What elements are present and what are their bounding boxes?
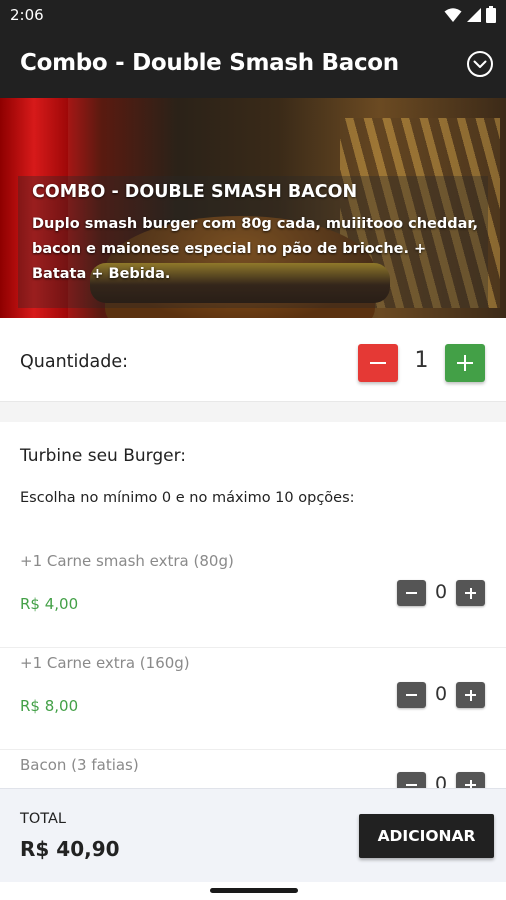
quantity-value: 1 (414, 348, 429, 373)
wifi-icon (444, 7, 462, 22)
product-image: COMBO - DOUBLE SMASH BACON Duplo smash b… (0, 98, 506, 318)
collapse-button[interactable] (466, 50, 494, 78)
addon-item: +1 Carne extra (160g) R$ 8,00 0 (0, 648, 506, 750)
product-description: Duplo smash burger com 80g cada, muiiito… (32, 216, 478, 282)
addon-item: Bacon (3 fatias) 0 (0, 750, 506, 788)
add-to-cart-button[interactable]: ADICIONAR (359, 814, 494, 858)
addon-decrease-button[interactable] (397, 772, 426, 788)
addon-increase-button[interactable] (456, 580, 485, 606)
decrease-quantity-button[interactable] (358, 344, 398, 382)
addon-count: 0 (434, 581, 448, 603)
chevron-down-circle-icon (467, 51, 493, 77)
addon-increase-button[interactable] (456, 772, 485, 788)
signal-icon (467, 7, 481, 22)
status-bar: 2:06 (0, 0, 506, 30)
addon-decrease-button[interactable] (397, 580, 426, 606)
product-heading: COMBO - DOUBLE SMASH BACON (32, 182, 358, 202)
status-icons (444, 6, 496, 23)
addon-count: 0 (434, 773, 448, 788)
addon-increase-button[interactable] (456, 682, 485, 708)
home-indicator[interactable] (210, 888, 298, 893)
addon-price: R$ 4,00 (20, 595, 79, 613)
app-bar: Combo - Double Smash Bacon (0, 30, 506, 98)
addon-name: +1 Carne extra (160g) (20, 654, 190, 672)
addon-name: +1 Carne smash extra (80g) (20, 552, 234, 570)
quantity-label: Quantidade: (20, 352, 129, 372)
battery-icon (486, 6, 496, 23)
addon-name: Bacon (3 fatias) (20, 756, 139, 774)
addons-rule: Escolha no mínimo 0 e no máximo 10 opçõe… (20, 490, 355, 506)
page-title: Combo - Double Smash Bacon (20, 50, 399, 76)
addon-decrease-button[interactable] (397, 682, 426, 708)
navigation-bar (0, 882, 506, 900)
total-label: TOTAL (20, 811, 66, 827)
status-time: 2:06 (10, 6, 44, 24)
order-footer: TOTAL R$ 40,90 ADICIONAR (0, 788, 506, 882)
addon-count: 0 (434, 683, 448, 705)
increase-quantity-button[interactable] (445, 344, 485, 382)
addon-price: R$ 8,00 (20, 697, 79, 715)
total-value: R$ 40,90 (20, 837, 120, 861)
addons-title: Turbine seu Burger: (20, 446, 187, 466)
quantity-row: Quantidade: 1 (0, 318, 506, 402)
section-divider (0, 402, 506, 422)
addons-section[interactable]: Turbine seu Burger: Escolha no mínimo 0 … (0, 422, 506, 788)
addon-item: +1 Carne smash extra (80g) R$ 4,00 0 (0, 546, 506, 648)
